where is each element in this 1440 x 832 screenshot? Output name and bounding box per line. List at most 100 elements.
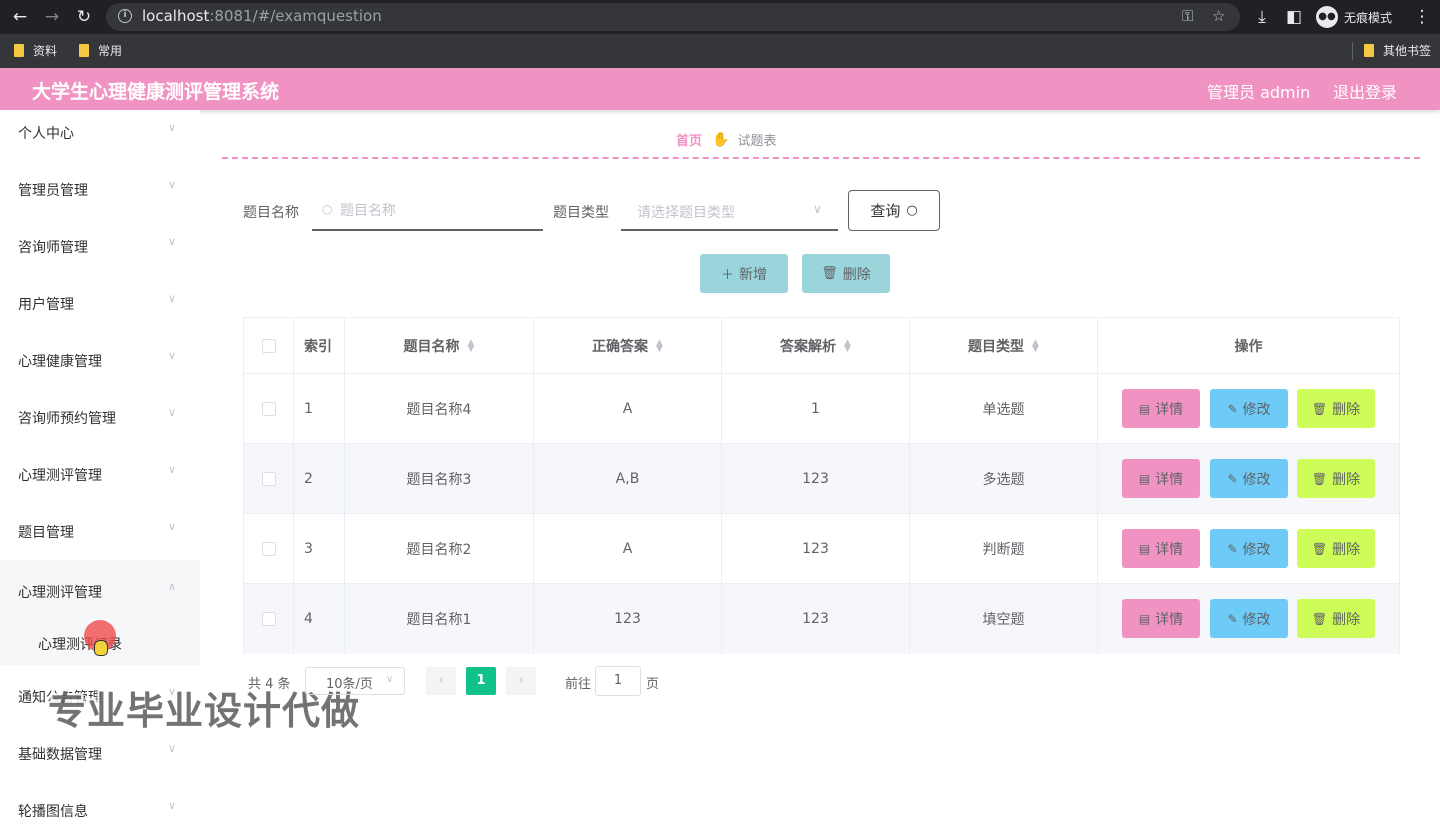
download-icon[interactable]: ⤓ (1250, 5, 1274, 29)
sidebar-item-mental-health[interactable]: 心理健康管理 ∨ (0, 339, 200, 379)
sidebar-item-carousel[interactable]: 轮播图信息 ∨ (0, 789, 200, 829)
select-all-checkbox[interactable] (261, 339, 276, 353)
analysis-cell: 123 (722, 584, 910, 654)
sidepanel-icon[interactable]: ◧ (1282, 5, 1306, 29)
column-title: 题目类型 (968, 339, 1025, 355)
sidebar-item-appointments[interactable]: 咨询师预约管理 ∨ (0, 396, 200, 436)
detail-button[interactable]: ▤ 详情 (1122, 529, 1200, 568)
question-name-label: 题目名称 (243, 205, 299, 221)
question-type-select[interactable]: 请选择题目类型 ∨ (621, 193, 838, 231)
browser-toolbar: ← → ↻ i localhost:8081/#/examquestion ⚿ … (0, 0, 1440, 34)
delete-button[interactable]: 🗑 删除 (1297, 599, 1375, 638)
bookmark-folder[interactable]: 资料 (14, 42, 57, 59)
sort-icon[interactable]: ▲ ▼ (468, 339, 475, 354)
sidebar-item-users[interactable]: 用户管理 ∨ (0, 282, 200, 322)
sidebar-item-questions[interactable]: 题目管理 ∨ (0, 510, 200, 550)
chevron-down-icon: ∨ (167, 178, 177, 191)
row-checkbox[interactable] (261, 542, 276, 556)
column-header[interactable]: 题目类型 ▲ ▼ (910, 318, 1098, 374)
page-number-current[interactable]: 1 (466, 667, 496, 695)
sort-icon[interactable]: ▲ ▼ (656, 339, 663, 354)
delete-button[interactable]: 🗑 删除 (1297, 389, 1375, 428)
back-icon[interactable]: ← (8, 5, 32, 29)
folder-icon (79, 44, 89, 57)
search-icon: ○ (322, 202, 333, 216)
question-name-field[interactable]: ○ (312, 193, 543, 231)
column-title: 正确答案 (592, 339, 649, 355)
table-row: 3 题目名称2 A 123 判断题 ▤ 详情 ✎ 修改 🗑 删除 (244, 514, 1399, 584)
table-row: 1 题目名称4 A 1 单选题 ▤ 详情 ✎ 修改 🗑 删除 (244, 374, 1399, 444)
divider (222, 157, 1420, 159)
row-checkbox[interactable] (261, 472, 276, 486)
chevron-down-icon: ∨ (167, 463, 177, 476)
edit-button-label: 修改 (1242, 471, 1271, 488)
detail-button[interactable]: ▤ 详情 (1122, 389, 1200, 428)
query-button[interactable]: 查询 ○ (848, 190, 940, 231)
edit-button[interactable]: ✎ 修改 (1210, 389, 1288, 428)
delete-button[interactable]: 🗑 删除 (1297, 529, 1375, 568)
sidebar-item-base-data[interactable]: 基础数据管理 ∨ (0, 732, 200, 772)
select-placeholder: 请选择题目类型 (637, 205, 735, 221)
sidebar-item-label: 题目管理 (18, 525, 74, 541)
chevron-down-icon: ∨ (167, 235, 177, 248)
row-checkbox[interactable] (261, 402, 276, 416)
address-bar[interactable]: i localhost:8081/#/examquestion ⚿ ☆ (106, 3, 1240, 31)
detail-button-label: 详情 (1155, 541, 1184, 558)
index-cell: 4 (294, 584, 345, 654)
sort-icon[interactable]: ▲ ▼ (844, 339, 851, 354)
bulk-delete-button[interactable]: 🗑 删除 (802, 254, 890, 293)
bookmark-folder[interactable]: 常用 (79, 42, 122, 59)
logout-link[interactable]: 退出登录 (1333, 79, 1397, 103)
site-info-icon[interactable]: i (118, 9, 132, 23)
type-cell: 多选题 (910, 444, 1098, 514)
detail-button[interactable]: ▤ 详情 (1122, 459, 1200, 498)
forward-icon[interactable]: → (40, 5, 64, 29)
sidebar-item-assessment[interactable]: 心理测评管理 ∨ (0, 453, 200, 493)
edit-button[interactable]: ✎ 修改 (1210, 599, 1288, 638)
answer-cell: A,B (534, 444, 722, 514)
sidebar-item-label: 轮播图信息 (18, 804, 88, 820)
row-checkbox[interactable] (261, 612, 276, 626)
sidebar-item-assessment-open[interactable]: 心理测评管理 ∧ (0, 570, 200, 610)
column-header[interactable]: 正确答案 ▲ ▼ (534, 318, 722, 374)
pagination-total: 共 4 条 (248, 677, 291, 692)
column-header[interactable]: 答案解析 ▲ ▼ (722, 318, 910, 374)
edit-button[interactable]: ✎ 修改 (1210, 459, 1288, 498)
delete-button[interactable]: 🗑 删除 (1297, 459, 1375, 498)
goto-page-input[interactable]: 1 (595, 666, 641, 696)
trash-icon: 🗑 (1311, 541, 1328, 556)
chevron-down-icon: ∨ (813, 202, 822, 216)
question-type-label: 题目类型 (553, 205, 609, 221)
other-bookmarks-label: 其他书签 (1383, 44, 1432, 58)
sidebar-item-admins[interactable]: 管理员管理 ∨ (0, 168, 200, 208)
detail-button-label: 详情 (1155, 611, 1184, 628)
column-header: 操作 (1098, 318, 1399, 374)
column-header: 索引 (294, 318, 345, 374)
reload-icon[interactable]: ↻ (72, 5, 96, 29)
edit-button[interactable]: ✎ 修改 (1210, 529, 1288, 568)
url-host: localhost (142, 7, 210, 25)
question-name-input[interactable] (340, 200, 520, 222)
incognito-indicator[interactable]: ●● 无痕模式 (1316, 5, 1392, 29)
row-select-cell (244, 584, 294, 654)
delete-button-label: 删除 (1332, 401, 1361, 418)
next-page-button[interactable]: › (506, 667, 536, 695)
analysis-cell: 123 (722, 514, 910, 584)
breadcrumb-home[interactable]: 首页 (676, 130, 702, 149)
column-header[interactable]: 题目名称 ▲ ▼ (345, 318, 534, 374)
column-title: 答案解析 (780, 339, 837, 355)
sidebar-item-counselors[interactable]: 咨询师管理 ∨ (0, 225, 200, 265)
column-title: 索引 (304, 339, 332, 355)
sort-icon[interactable]: ▲ ▼ (1032, 339, 1039, 354)
edit-icon: ✎ (1227, 611, 1238, 626)
page-size-select[interactable]: 10条/页 ∨ (305, 667, 405, 695)
key-icon[interactable]: ⚿ (1182, 7, 1193, 25)
other-bookmarks[interactable]: 其他书签 (1364, 42, 1431, 59)
detail-button[interactable]: ▤ 详情 (1122, 599, 1200, 638)
star-icon[interactable]: ☆ (1212, 7, 1225, 25)
menu-dots-icon[interactable]: ⋮ (1410, 5, 1434, 29)
prev-page-button[interactable]: ‹ (426, 667, 456, 695)
answer-cell: A (534, 514, 722, 584)
sidebar-item-profile[interactable]: 个人中心 ∨ (0, 111, 200, 151)
add-button[interactable]: ＋ 新增 (700, 254, 788, 293)
